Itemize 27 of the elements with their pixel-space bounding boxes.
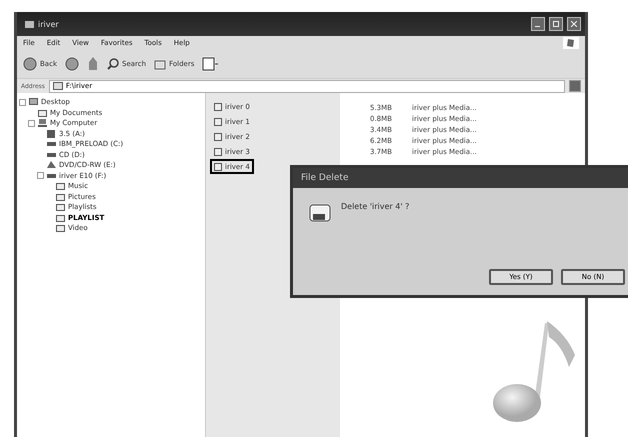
search-icon xyxy=(107,58,119,70)
expand-toggle[interactable] xyxy=(19,98,26,106)
folder-icon xyxy=(52,82,63,90)
disc-drive-icon xyxy=(47,161,56,170)
dialog-message: Delete 'iriver 4' ? xyxy=(341,202,410,213)
dialog-title: File Delete xyxy=(293,168,628,188)
folder-icon xyxy=(38,108,47,117)
folder-icon xyxy=(25,20,34,28)
folders-icon xyxy=(154,58,166,70)
desktop-icon xyxy=(29,98,38,106)
flag-logo-icon xyxy=(563,37,579,49)
maximize-icon xyxy=(553,21,559,27)
drive-icon xyxy=(47,172,56,180)
window-title: iriver xyxy=(38,20,60,28)
folder-icon xyxy=(309,202,331,222)
folder-up-icon xyxy=(87,57,99,71)
maximize-button[interactable] xyxy=(549,17,563,31)
computer-icon xyxy=(38,119,47,128)
toolbar-button[interactable] xyxy=(65,57,79,71)
views-icon xyxy=(202,57,218,71)
expand-toggle[interactable] xyxy=(37,172,44,180)
close-button[interactable] xyxy=(567,17,581,31)
close-icon xyxy=(571,21,577,27)
toolbar-button[interactable] xyxy=(202,57,218,71)
floppy-icon xyxy=(47,130,56,138)
minimize-button[interactable] xyxy=(531,17,545,31)
expand-toggle[interactable] xyxy=(28,120,35,127)
